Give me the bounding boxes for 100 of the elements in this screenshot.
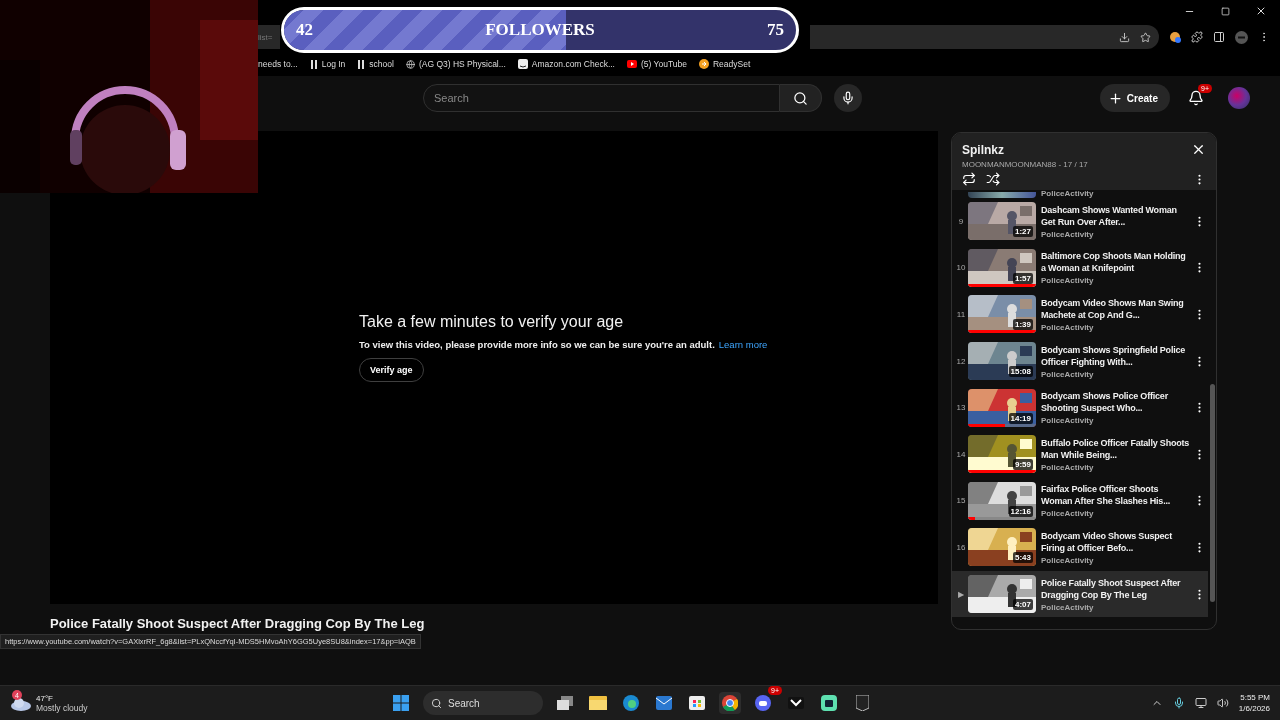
temperature: 47°F [36, 693, 54, 703]
browser-icon[interactable] [620, 692, 642, 714]
playlist-item[interactable]: 16 5:43 Bodycam Video Shows Suspect Firing at Officer Befo... PoliceActivity [952, 524, 1208, 571]
puzzle-icon[interactable] [1191, 31, 1203, 43]
chrome-icon[interactable] [719, 692, 741, 714]
taskbar-search[interactable]: Search [423, 691, 543, 715]
item-title: Dashcam Shows Wanted Woman Get Run Over After... [1041, 203, 1178, 228]
item-title: Baltimore Cop Shoots Man Holding a Woman at Knifepoint [1041, 250, 1187, 275]
item-index: 11 [955, 310, 967, 319]
app-icon[interactable] [818, 692, 840, 714]
age-heading: Take a few minutes to verify your age [359, 313, 625, 331]
playlist-title: Spilnkz [962, 142, 1004, 157]
close-icon [1255, 5, 1267, 17]
close-icon[interactable] [1191, 142, 1206, 157]
bookmark[interactable]: (AG Q3) HS Physical... [405, 59, 506, 69]
age-message: To view this video, please provide more info so we can be sure you're an adult. Learn more [359, 339, 769, 350]
item-title: Bodycam Video Shows Suspect Firing at Officer Befo... [1041, 529, 1173, 554]
playlist-item[interactable]: 11 1:39 Bodycam Video Shows Man Swing Machete at Cop And G... PoliceActivity [952, 291, 1208, 338]
followers-goal: 75 [766, 20, 785, 40]
duration: 1:57 [1013, 272, 1033, 284]
search-field[interactable]: Search [423, 84, 780, 112]
bell-icon [1188, 90, 1204, 106]
search-icon [431, 697, 442, 709]
item-title: Bodycam Shows Springfield Police Officer Fighting With... [1041, 343, 1187, 368]
bookmark[interactable]: Log In [309, 59, 346, 69]
readyset-icon [699, 59, 709, 69]
playlist-item[interactable]: 12 15:08 Bodycam Shows Springfield Police Officer Fighting With... PoliceActivity [952, 337, 1208, 385]
item-index: 12 [955, 356, 967, 366]
clock-time: 5:55 PM [1240, 693, 1270, 702]
globe-icon [405, 59, 415, 69]
duration: 15:08 [1008, 366, 1033, 378]
plus-icon [1107, 90, 1123, 106]
item-title: Fairfax Police Officer Shoots Woman After She Slashes His... [1041, 483, 1172, 508]
mic-button[interactable] [834, 84, 862, 112]
network-icon[interactable] [1194, 697, 1207, 709]
item-index: 16 [955, 542, 967, 552]
mic-icon [841, 91, 855, 105]
item-index: 10 [955, 263, 967, 273]
create-button[interactable]: Create [1099, 84, 1170, 112]
install-icon[interactable] [1119, 31, 1130, 43]
avatar[interactable] [1228, 87, 1250, 109]
playlist-item[interactable]: 9 1:27 Dashcam Shows Wanted Woman Get Run Over After... PoliceActivity [952, 198, 1208, 245]
channel-name: PoliceActivity [1041, 555, 1095, 565]
mic-icon[interactable] [1172, 697, 1185, 709]
followers-count: 42 [295, 20, 314, 40]
item-title: Bodycam Video Shows Man Swing Machete at Cop And G... [1041, 297, 1185, 321]
item-index: 13 [955, 403, 967, 413]
learn-more-link[interactable]: Learn more [718, 339, 768, 350]
bookmark[interactable]: needs to... [258, 59, 298, 69]
side-panel-icon[interactable] [1213, 31, 1225, 43]
channel-name: PoliceActivity [1041, 323, 1095, 332]
duration: 5:43 [1013, 552, 1033, 564]
channel-name: PoliceActivity [1041, 369, 1095, 379]
volume-icon[interactable] [1216, 697, 1229, 709]
maximize-button[interactable] [1218, 4, 1232, 18]
maximize-icon [1220, 6, 1230, 16]
chat-app-icon[interactable] [752, 692, 774, 714]
profile-icon[interactable] [1235, 30, 1248, 44]
item-index: 15 [955, 496, 967, 506]
duration: 4:07 [1013, 599, 1033, 611]
channel-name: PoliceActivity [1041, 509, 1095, 519]
playlist-item[interactable]: 10 1:57 Baltimore Cop Shoots Man Holding a Woman at Knifepoint PoliceActivity [952, 244, 1208, 292]
search-icon [793, 90, 808, 106]
duration: 14:19 [1008, 412, 1033, 424]
channel-name: PoliceActivity [1041, 416, 1095, 426]
playlist-item[interactable]: 14 9:59 Buffalo Police Officer Fatally Shoots Man While Being... PoliceActivity [952, 430, 1208, 478]
bookmark[interactable]: (5) YouTube [627, 59, 687, 69]
start-button[interactable] [390, 692, 412, 714]
extension-icon[interactable] [1169, 31, 1181, 43]
item-title: Police Fatally Shoot Suspect After Dragging Cop By The Leg [1041, 576, 1182, 601]
playlist-meta: MOONMANMOONMAN88 - 17 / 17 [962, 160, 1089, 169]
notifications-button[interactable] [1188, 90, 1204, 106]
star-icon[interactable] [1140, 31, 1151, 43]
search-button[interactable] [780, 84, 822, 112]
shuffle-icon[interactable] [986, 172, 1000, 186]
playlist-item[interactable]: ▶ 4:07 Police Fatally Shoot Suspect After Dragging Cop By The Leg PoliceActivity [952, 570, 1208, 618]
item-title: Bodycam Shows Police Officer Shooting Suspect Who... [1041, 390, 1169, 415]
item-index: ▶ [957, 589, 965, 599]
amazon-icon [517, 59, 528, 69]
bookmark[interactable]: ReadySet [699, 59, 751, 69]
channel-name: PoliceActivity [1041, 602, 1095, 612]
clock-date: 1/6/2026 [1238, 704, 1270, 713]
channel-name: PoliceActivity [1041, 462, 1095, 472]
duration: 1:27 [1013, 226, 1033, 238]
duration: 1:39 [1013, 319, 1033, 331]
duration: 12:16 [1008, 505, 1033, 517]
bookmark[interactable]: Amazon.com Check... [517, 59, 615, 69]
video-title: Police Fatally Shoot Suspect After Dragging Cop By The Leg [50, 615, 426, 631]
weather-condition: Mostly cloudy [36, 702, 88, 713]
youtube-icon [627, 60, 637, 68]
item-title: Buffalo Police Officer Fatally Shoots Man While Being... [1041, 436, 1190, 461]
item-index: 14 [955, 449, 967, 459]
duration: 9:59 [1013, 459, 1033, 471]
channel-name: PoliceActivity [1041, 276, 1095, 286]
channel-name: PoliceActivity [1041, 190, 1094, 198]
followers-label: FOLLOWERS [484, 20, 596, 40]
playlist-item[interactable]: 13 14:19 Bodycam Shows Police Officer Shooting Suspect Who... PoliceActivity [952, 384, 1208, 431]
loop-icon[interactable] [962, 172, 976, 186]
playlist-item[interactable]: 15 12:16 Fairfax Police Officer Shoots Woman After She Slashes His... PoliceActivity [952, 477, 1208, 525]
bookmark[interactable]: school [357, 59, 394, 69]
